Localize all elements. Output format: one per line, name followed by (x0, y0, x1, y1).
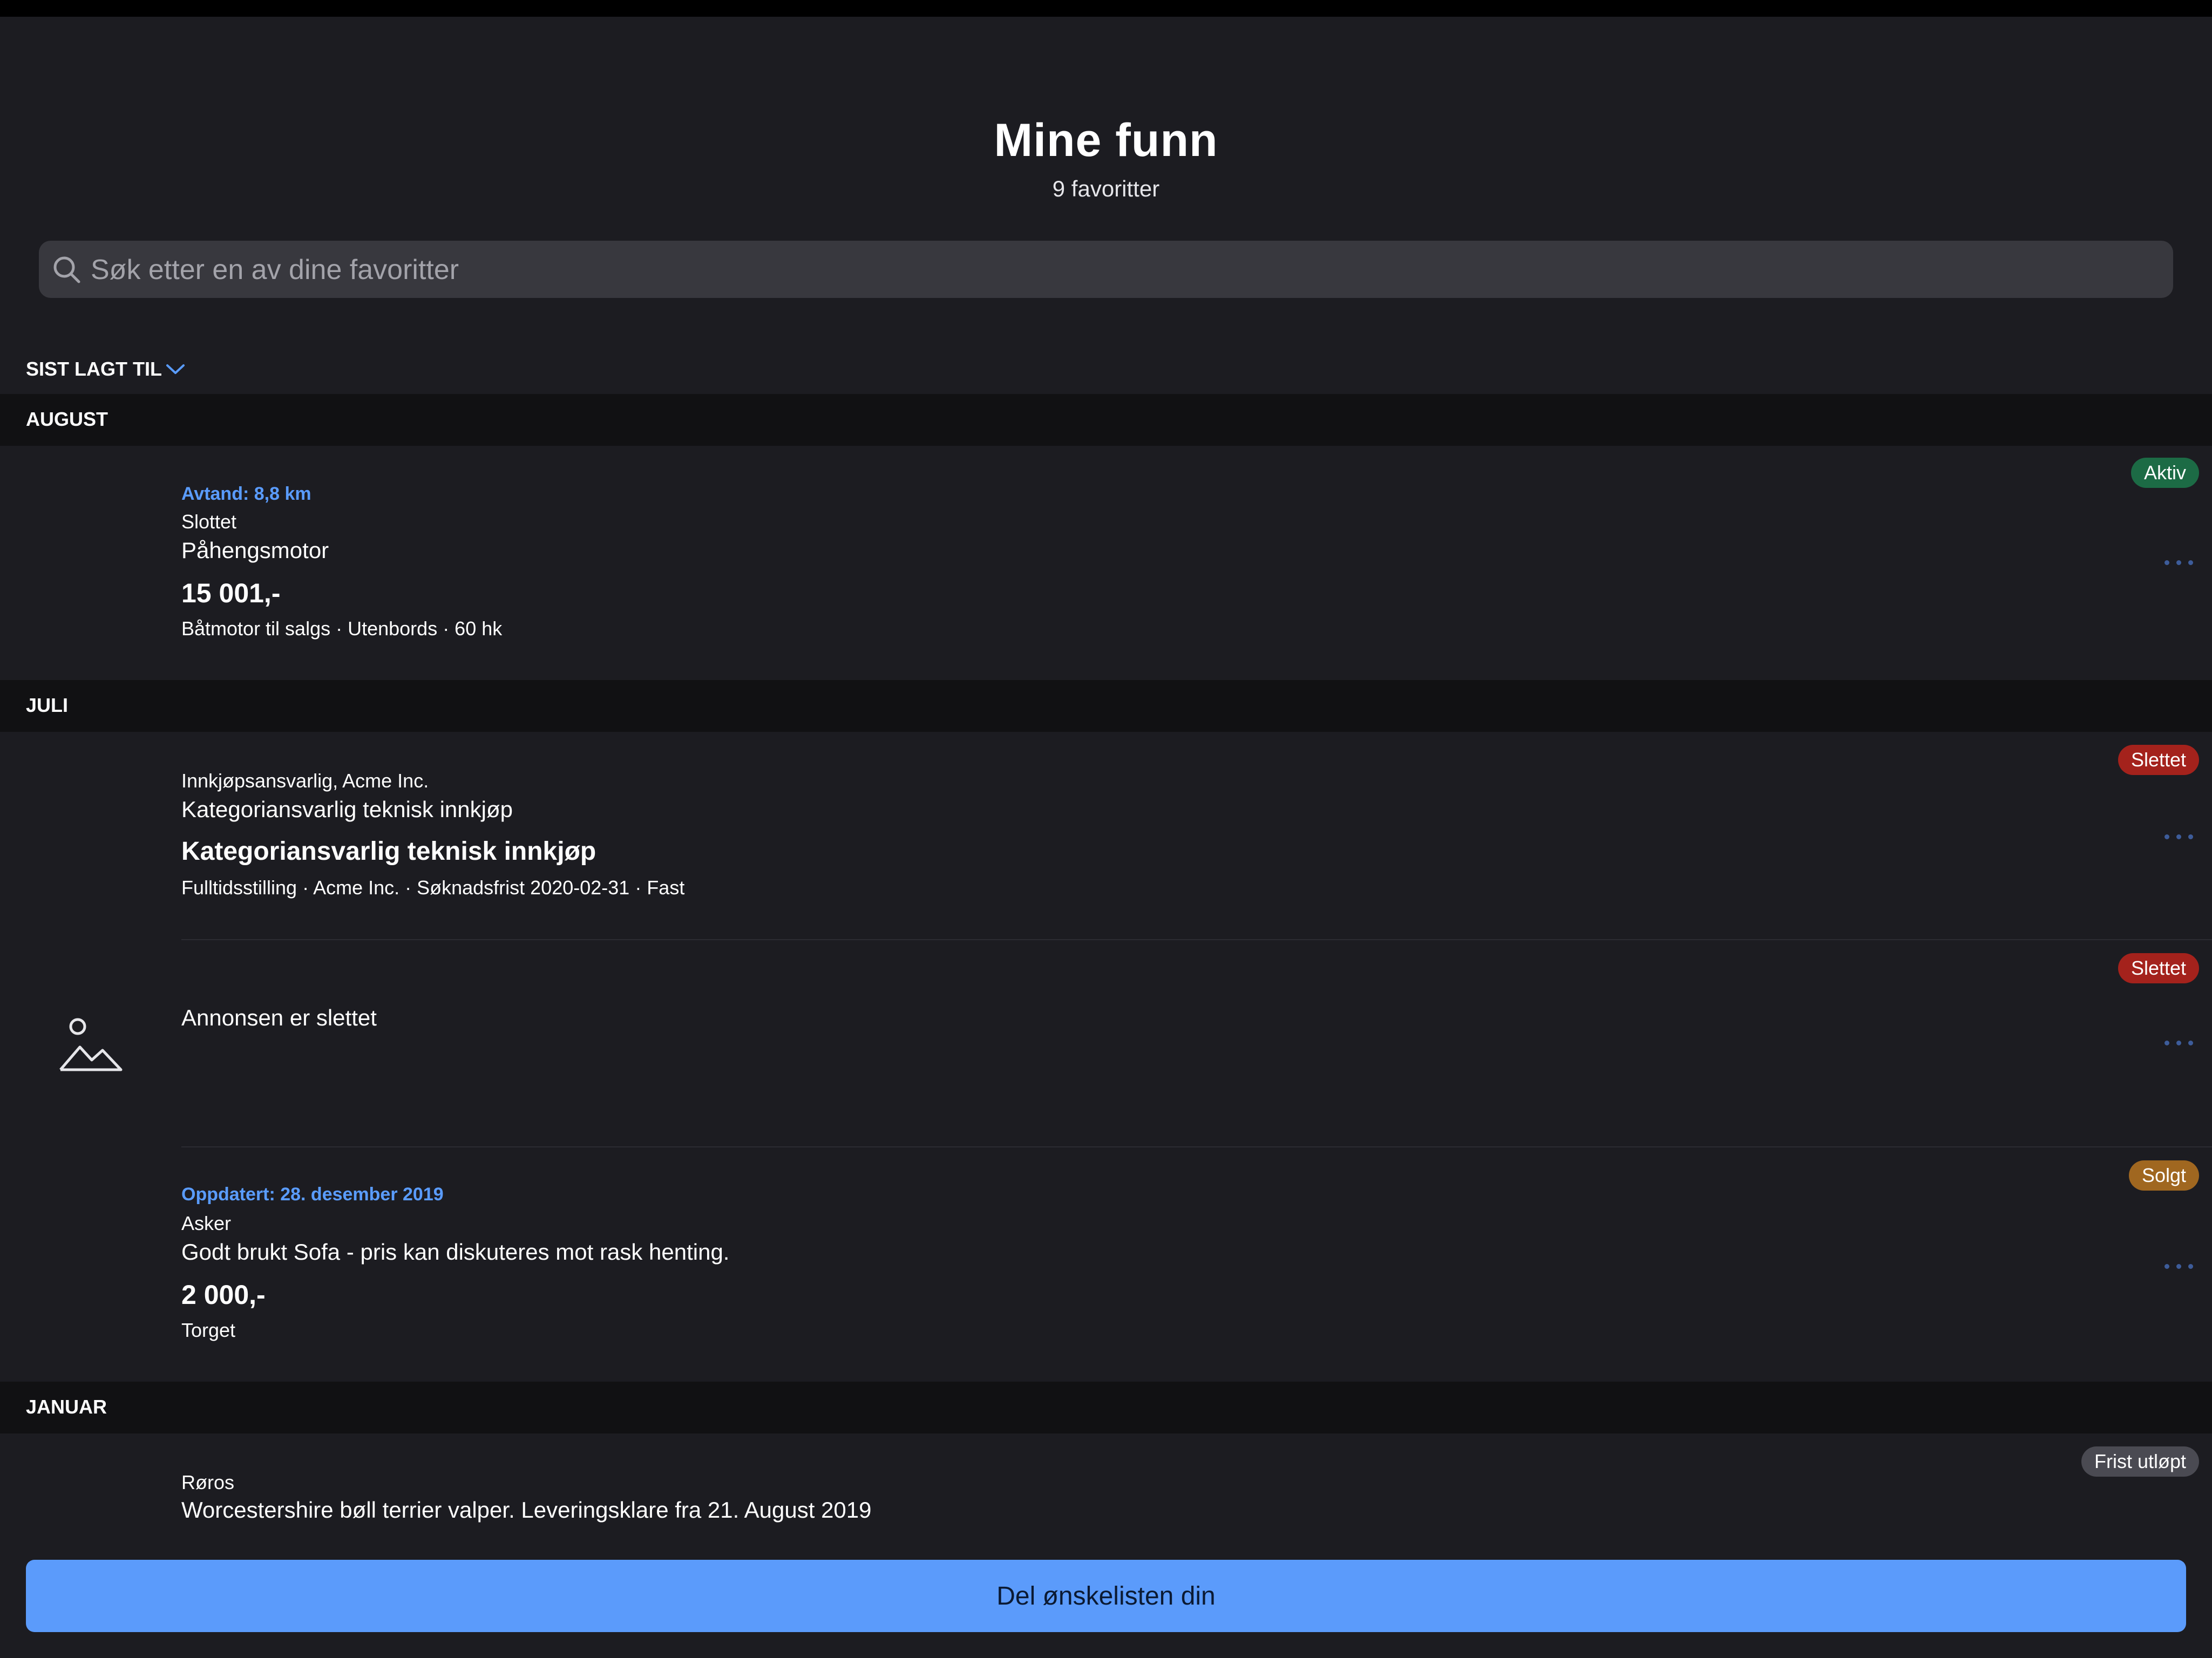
item-title: Godt brukt Sofa - pris kan diskuteres mo… (181, 1239, 730, 1265)
item-location: Slottet (181, 511, 237, 533)
share-wishlist-button[interactable]: Del ønskelisten din (26, 1560, 2186, 1632)
status-badge: Frist utløpt (2081, 1446, 2199, 1477)
image-placeholder-icon (59, 1018, 123, 1071)
section-header-januar: JANUAR (0, 1382, 2212, 1433)
favorite-item[interactable]: Slettet (0, 732, 2212, 939)
favorite-item[interactable]: Avtand: 8,8 km Aktiv (0, 446, 2212, 680)
item-price: 2 000,- (181, 1280, 266, 1310)
updated-label: Oppdatert: 28. desember 2019 (181, 1184, 444, 1205)
item-location: Innkjøpsansvarlig, Acme Inc. (181, 770, 429, 792)
favorite-item[interactable]: Annonsen er slettet Slettet (0, 940, 2212, 1146)
more-options-button[interactable] (2164, 1037, 2194, 1048)
page-title: Mine funn (994, 114, 1218, 166)
status-badge: Aktiv (2130, 458, 2199, 488)
sort-dropdown[interactable]: SIST LAGT TIL (26, 354, 186, 384)
status-badge: Solgt (2128, 1160, 2199, 1191)
search-bar[interactable] (39, 241, 2173, 299)
item-price: 15 001,- (181, 578, 281, 608)
sort-label: SIST LAGT TIL (26, 358, 162, 380)
item-title: Påhengsmotor (181, 538, 329, 563)
item-title: Worcestershire bøll terrier valper. Leve… (181, 1497, 872, 1523)
search-icon (53, 256, 80, 283)
item-attributes: Torget (181, 1319, 236, 1341)
item-attributes: Fulltidsstilling · Acme Inc. · Søknadsfr… (181, 876, 685, 899)
section-label: JANUAR (26, 1396, 107, 1418)
section-label: AUGUST (26, 408, 108, 430)
chevron-down-icon (166, 364, 185, 374)
status-bar (0, 0, 2212, 17)
distance-label-text: Avtand: 8,8 km (181, 484, 311, 504)
favorites-count: 9 favoritter (1052, 176, 1160, 201)
item-heading: Kategoriansvarlig teknisk innkjøp (181, 837, 596, 866)
section-header-juli: JULI (0, 680, 2212, 732)
section-label: JULI (26, 694, 69, 716)
item-location: Asker (181, 1212, 232, 1234)
search-input[interactable] (90, 241, 2143, 299)
more-options-button[interactable] (2164, 557, 2194, 568)
page-header: Mine funn 9 favoritter (0, 108, 2212, 205)
more-options-button[interactable] (2164, 1261, 2194, 1272)
favorite-item[interactable]: Oppdatert: 28. desember 2019 Asker Godt … (0, 1147, 2212, 1382)
status-badge: Slettet (2118, 745, 2199, 775)
item-title: Annonsen er slettet (181, 1005, 377, 1030)
item-title: Kategoriansvarlig teknisk innkjøp (181, 797, 513, 822)
status-badge: Slettet (2118, 953, 2199, 983)
item-location: Røros (181, 1471, 234, 1493)
more-options-button[interactable] (2164, 831, 2194, 842)
section-header-august: AUGUST (0, 394, 2212, 446)
item-attributes: Båtmotor til salgs · Utenbords · 60 hk (181, 617, 503, 640)
